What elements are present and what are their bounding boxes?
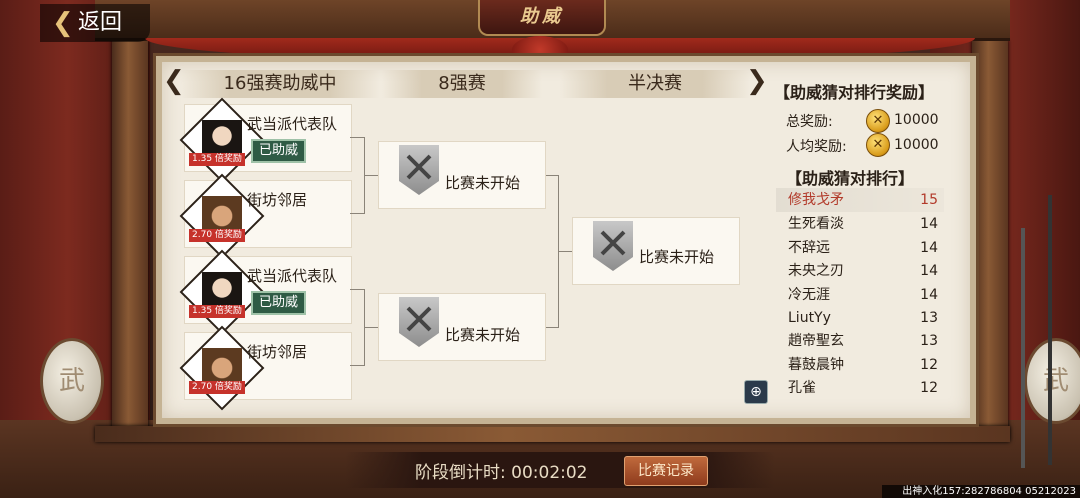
page-title: 助威 xyxy=(478,0,606,36)
crossed-swords-shield-icon xyxy=(399,297,439,347)
ranking-row: 不辞远 14 xyxy=(788,240,938,256)
ranking-row: 暮鼓晨钟 12 xyxy=(788,357,938,373)
tab-round-16[interactable]: 16强赛助威中 xyxy=(180,70,380,98)
bracket-line xyxy=(364,175,378,176)
bracket-line xyxy=(350,365,364,366)
next-round-arrow-icon[interactable]: ❯ xyxy=(746,66,768,96)
chevron-left-icon: ❮ xyxy=(52,8,74,38)
avg-reward-value: 10000 xyxy=(894,137,939,153)
total-reward-value: 10000 xyxy=(894,112,939,128)
back-label: 返回 xyxy=(78,10,123,35)
spear-icon xyxy=(1048,195,1052,465)
bracket-line xyxy=(350,137,364,138)
tab-round-8[interactable]: 8强赛 xyxy=(382,70,542,98)
total-reward-label: 总奖励: xyxy=(786,114,833,130)
avatar xyxy=(179,325,265,411)
right-drum: 武 xyxy=(1024,338,1080,424)
ranking-row: 生死看淡 14 xyxy=(788,216,938,232)
supported-badge: 已助威 xyxy=(251,291,307,315)
team-name: 武当派代表队 xyxy=(247,115,338,133)
match-card[interactable]: 比赛未开始 xyxy=(378,293,546,361)
team-card[interactable]: 街坊邻居 2.70 倍奖励 xyxy=(179,325,352,411)
odds-label: 2.70 倍奖励 xyxy=(189,229,245,242)
back-button[interactable]: ❮ 返回 xyxy=(40,4,150,42)
tab-semifinal[interactable]: 半决赛 xyxy=(560,70,750,98)
right-pillar xyxy=(972,40,1008,438)
stage-beam xyxy=(95,426,1010,442)
avg-reward-label: 人均奖励: xyxy=(786,139,847,155)
supported-badge: 已助威 xyxy=(251,139,307,163)
halberd-icon xyxy=(1021,228,1025,468)
bracket-line xyxy=(350,289,364,290)
match-record-button[interactable]: 比赛记录 xyxy=(624,456,708,486)
match-status: 比赛未开始 xyxy=(639,248,715,266)
odds-label: 1.35 倍奖励 xyxy=(189,153,245,166)
ranking-row: 冷无涯 14 xyxy=(788,287,938,303)
team-card[interactable]: 街坊邻居 2.70 倍奖励 xyxy=(179,173,352,259)
crossed-swords-shield-icon xyxy=(593,221,633,271)
bracket-line xyxy=(350,213,364,214)
team-card[interactable]: 武当派代表队 已助威 1.35 倍奖励 xyxy=(179,249,352,335)
team-name: 街坊邻居 xyxy=(247,343,308,361)
odds-label: 1.35 倍奖励 xyxy=(189,305,245,318)
ranking-row: LiutYy 13 xyxy=(788,310,938,326)
bracket-line xyxy=(544,327,558,328)
left-drum: 武 xyxy=(40,338,104,424)
match-card[interactable]: 比赛未开始 xyxy=(378,141,546,209)
reward-title: 【助威猜对排行奖励】 xyxy=(774,83,935,102)
team-card[interactable]: 武当派代表队 已助威 1.35 倍奖励 xyxy=(179,97,352,183)
left-pillar xyxy=(112,40,148,438)
countdown-value: 00:02:02 xyxy=(511,463,588,483)
coin-icon: ✕ xyxy=(866,109,890,133)
ranking-row: 孔雀 12 xyxy=(788,380,938,396)
match-status: 比赛未开始 xyxy=(445,326,521,344)
match-card[interactable]: 比赛未开始 xyxy=(572,217,740,285)
coin-icon: ✕ xyxy=(866,133,890,157)
avatar xyxy=(179,173,265,259)
ranking-row: 修我戈矛 15 xyxy=(776,188,944,212)
team-name: 街坊邻居 xyxy=(247,191,308,209)
zoom-icon[interactable]: ⊕ xyxy=(744,380,768,404)
stage-countdown: 阶段倒计时: 00:02:02 xyxy=(415,458,588,483)
ranking-title: 【助威猜对排行】 xyxy=(786,169,915,188)
odds-label: 2.70 倍奖励 xyxy=(189,381,245,394)
crossed-swords-shield-icon xyxy=(399,145,439,195)
ranking-row: 趙帝聖玄 13 xyxy=(788,333,938,349)
bracket-line xyxy=(558,251,572,252)
bracket-line xyxy=(364,327,378,328)
ranking-row: 未央之刃 14 xyxy=(788,263,938,279)
player-watermark: 出神入化157:282786804 05212023 xyxy=(882,485,1080,498)
bracket-line xyxy=(544,175,558,176)
countdown-label: 阶段倒计时: xyxy=(415,463,506,483)
team-name: 武当派代表队 xyxy=(247,267,338,285)
match-status: 比赛未开始 xyxy=(445,174,521,192)
